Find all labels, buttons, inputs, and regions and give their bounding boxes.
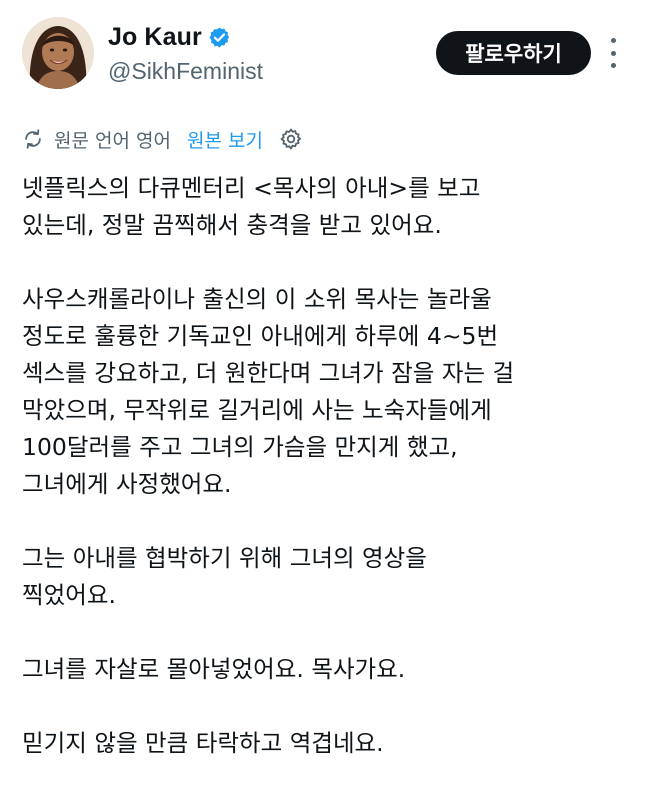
tweet-line: 막았으며, 무작위로 길거리에 사는 노숙자들에게	[22, 396, 492, 424]
tweet-line: 100달러를 주고 그녀의 가슴을 만지게 했고,	[22, 433, 458, 461]
verified-badge-icon	[208, 26, 231, 49]
avatar-photo	[22, 17, 94, 89]
tweet-text: 넷플릭스의 다큐멘터리 <목사의 아내>를 보고 있는데, 정말 끔찍해서 충격…	[22, 170, 632, 799]
tweet-line: 그녀를 자살로 몰아넣었어요. 목사가요.	[22, 655, 406, 683]
avatar[interactable]	[22, 17, 94, 89]
user-name-block: Jo Kaur @SikhFeminist	[108, 20, 263, 85]
display-name-row: Jo Kaur	[108, 20, 263, 54]
tweet-paragraph-2: 사우스캐롤라이나 출신의 이 소위 목사는 놀라울 정도로 훌륭한 기독교인 아…	[22, 281, 632, 503]
more-options-icon[interactable]	[602, 38, 624, 68]
tweet-line: 찍었어요.	[22, 581, 116, 609]
tweet-line: 사우스캐롤라이나 출신의 이 소위 목사는 놀라울	[22, 285, 492, 313]
tweet-line: 그녀에게 사정했어요.	[22, 470, 232, 498]
tweet-paragraph-4: 그녀를 자살로 몰아넣었어요. 목사가요.	[22, 651, 632, 688]
translation-bar: 원문 언어 영어 원본 보기	[22, 122, 303, 156]
display-name[interactable]: Jo Kaur	[108, 23, 202, 52]
tweet-line: 섹스를 강요하고, 더 원한다며 그녀가 잠을 자는 걸	[22, 359, 515, 387]
user-handle[interactable]: @SikhFeminist	[108, 58, 263, 85]
translation-source-language: 원문 언어 영어	[54, 129, 171, 152]
tweet-line: 있는데, 정말 끔찍해서 충격을 받고 있어요.	[22, 211, 442, 239]
settings-gear-icon[interactable]	[279, 127, 303, 151]
tweet-line: 넷플릭스의 다큐멘터리 <목사의 아내>를 보고	[22, 174, 481, 202]
tweet-line: 정도로 훌륭한 기독교인 아내에게 하루에 4~5번	[22, 322, 499, 350]
tweet-line: 믿기지 않을 만큼 타락하고 역겹네요.	[22, 729, 384, 757]
show-original-link[interactable]: 원본 보기	[187, 126, 263, 153]
translate-icon	[22, 128, 44, 150]
tweet-line: 그는 아내를 협박하기 위해 그녀의 영상을	[22, 544, 427, 572]
tweet-paragraph-5: 믿기지 않을 만큼 타락하고 역겹네요.	[22, 725, 632, 762]
tweet-header: Jo Kaur @SikhFeminist 팔로우하기	[0, 0, 648, 110]
follow-button[interactable]: 팔로우하기	[436, 31, 591, 75]
tweet-paragraph-1: 넷플릭스의 다큐멘터리 <목사의 아내>를 보고 있는데, 정말 끔찍해서 충격…	[22, 170, 632, 244]
tweet-paragraph-3: 그는 아내를 협박하기 위해 그녀의 영상을 찍었어요.	[22, 540, 632, 614]
